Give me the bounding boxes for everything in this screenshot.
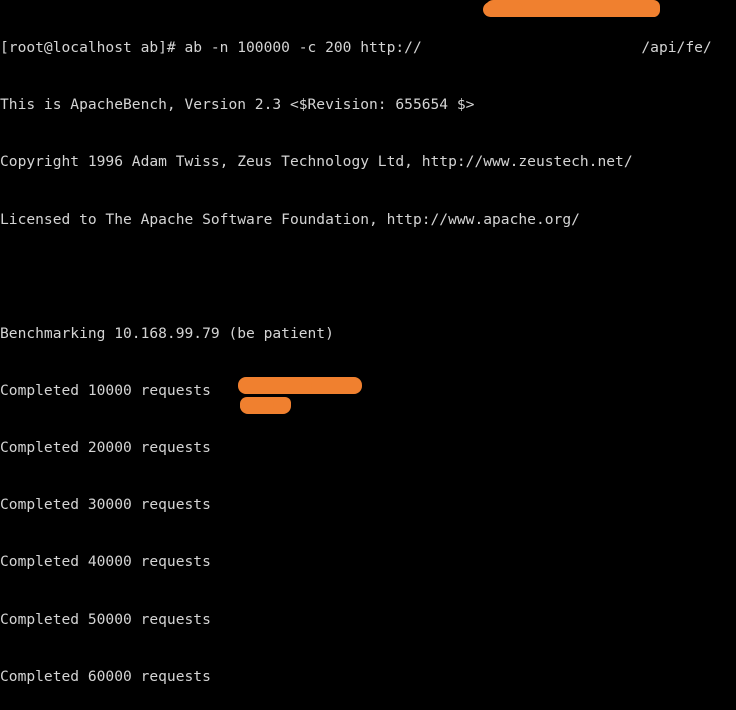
terminal-line-command: [root@localhost ab]# ab -n 100000 -c 200… [0, 39, 712, 57]
terminal-output: [root@localhost ab]# ab -n 100000 -c 200… [0, 0, 736, 710]
terminal-line-completed-10000: Completed 10000 requests [0, 381, 211, 399]
terminal-window[interactable]: [root@localhost ab]# ab -n 100000 -c 200… [0, 0, 736, 710]
terminal-line-license: Licensed to The Apache Software Foundati… [0, 210, 580, 228]
terminal-line-completed-30000: Completed 30000 requests [0, 496, 211, 514]
terminal-line-benchmarking: Benchmarking 10.168.99.79 (be patient) [0, 324, 334, 342]
terminal-line-version: This is ApacheBench, Version 2.3 <$Revis… [0, 96, 475, 114]
terminal-line-completed-40000: Completed 40000 requests [0, 553, 211, 571]
terminal-line-completed-50000: Completed 50000 requests [0, 610, 211, 628]
terminal-line-copyright: Copyright 1996 Adam Twiss, Zeus Technolo… [0, 153, 633, 171]
terminal-line-completed-20000: Completed 20000 requests [0, 439, 211, 457]
terminal-line-completed-60000: Completed 60000 requests [0, 667, 211, 685]
